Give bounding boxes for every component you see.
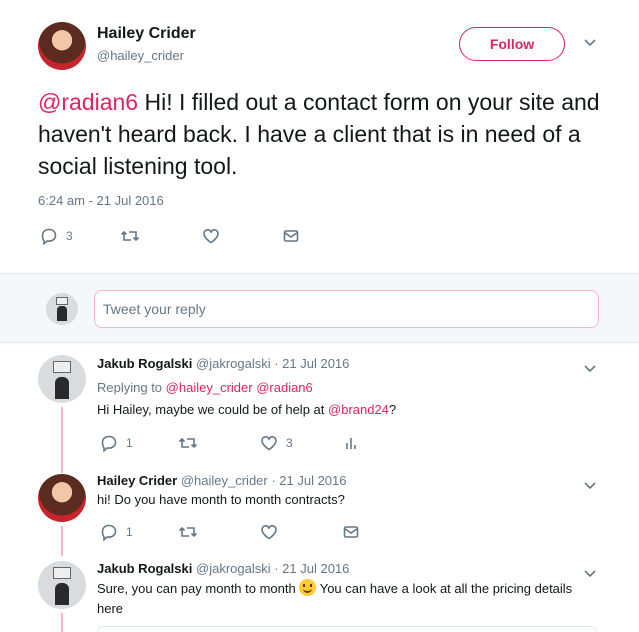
- message-action[interactable]: [342, 523, 360, 541]
- like-count: 3: [286, 436, 293, 450]
- reply-actions: 1 3: [100, 434, 360, 452]
- reply-input[interactable]: [94, 290, 599, 328]
- reply-composer: [0, 273, 639, 343]
- reply-text: hi! Do you have month to month contracts…: [97, 492, 345, 507]
- reply-body: Sure, you can pay month to month: [97, 581, 300, 596]
- replying-to: Replying to @hailey_crider @radian6: [97, 380, 313, 395]
- reply-tweet-3: Jakub Rogalski @jakrogalski · 21 Jul 201…: [0, 547, 639, 632]
- chevron-down-icon[interactable]: [584, 567, 596, 581]
- reply-text: Sure, you can pay month to month You can…: [97, 579, 577, 619]
- retweet-icon: [178, 434, 198, 452]
- reply-action[interactable]: 1: [100, 523, 178, 541]
- reply-text: Hi Hailey, maybe we could be of help at …: [97, 400, 597, 420]
- author-name[interactable]: Hailey Crider: [97, 25, 196, 43]
- mention-link[interactable]: @hailey_crider: [166, 380, 253, 395]
- reply-icon: [100, 434, 118, 452]
- reply-tweet-2: Hailey Crider @hailey_crider · 21 Jul 20…: [0, 465, 639, 556]
- message-icon: [282, 227, 300, 245]
- reply-actions: 1: [100, 523, 360, 541]
- like-action[interactable]: [202, 227, 282, 245]
- analytics-icon: [342, 434, 360, 452]
- message-icon: [342, 523, 360, 541]
- author-handle[interactable]: @hailey_crider: [97, 48, 184, 63]
- tweet-timestamp[interactable]: 6:24 am - 21 Jul 2016: [38, 193, 164, 208]
- mention-link[interactable]: @radian6: [38, 89, 138, 115]
- mention-link[interactable]: @radian6: [256, 380, 313, 395]
- chevron-down-icon[interactable]: [584, 36, 596, 50]
- retweet-action[interactable]: [178, 523, 260, 541]
- reply-icon: [100, 523, 118, 541]
- reply-action[interactable]: 1: [100, 434, 178, 452]
- thread-line: [61, 407, 63, 473]
- user-avatar[interactable]: [46, 293, 78, 325]
- smile-emoji-icon: [299, 579, 317, 596]
- main-tweet: Hailey Crider @hailey_crider Follow @rad…: [0, 0, 639, 273]
- retweet-action[interactable]: [120, 227, 202, 245]
- like-icon: [260, 523, 278, 541]
- like-action[interactable]: 3: [260, 434, 342, 452]
- like-icon: [202, 227, 220, 245]
- link-card[interactable]: [97, 626, 597, 632]
- message-action[interactable]: [282, 227, 300, 245]
- reply-header: Jakub Rogalski @jakrogalski · 21 Jul 201…: [97, 356, 349, 371]
- replying-label: Replying to: [97, 380, 163, 395]
- retweet-icon: [120, 227, 140, 245]
- reply-header: Hailey Crider @hailey_crider · 21 Jul 20…: [97, 473, 347, 488]
- chevron-down-icon[interactable]: [584, 362, 596, 376]
- reply-avatar[interactable]: [38, 561, 86, 609]
- follow-button[interactable]: Follow: [459, 27, 565, 61]
- retweet-icon: [178, 523, 198, 541]
- reply-count: 3: [66, 229, 73, 243]
- reply-author-name[interactable]: Hailey Crider: [97, 473, 177, 488]
- mention-link[interactable]: @brand24: [328, 402, 389, 417]
- reply-body-end: ?: [388, 402, 397, 417]
- reply-tweet-1: Jakub Rogalski @jakrogalski · 21 Jul 201…: [0, 343, 639, 473]
- reply-avatar[interactable]: [38, 474, 86, 522]
- reply-handle-date[interactable]: @hailey_crider · 21 Jul 2016: [181, 473, 347, 488]
- reply-count: 1: [126, 525, 133, 539]
- analytics-action[interactable]: [342, 434, 360, 452]
- reply-icon: [40, 227, 58, 245]
- tweet-text: @radian6 Hi! I filled out a contact form…: [38, 86, 608, 182]
- retweet-action[interactable]: [178, 434, 260, 452]
- reply-avatar[interactable]: [38, 355, 86, 403]
- tweet-actions: 3: [40, 227, 300, 245]
- like-icon: [260, 434, 278, 452]
- reply-body: Hi Hailey, maybe we could be of help at: [97, 402, 328, 417]
- reply-count: 1: [126, 436, 133, 450]
- thread-line: [61, 613, 63, 632]
- reply-action[interactable]: 3: [40, 227, 120, 245]
- author-avatar[interactable]: [38, 22, 86, 70]
- reply-handle-date[interactable]: @jakrogalski · 21 Jul 2016: [196, 561, 349, 576]
- reply-header: Jakub Rogalski @jakrogalski · 21 Jul 201…: [97, 561, 349, 576]
- reply-handle-date[interactable]: @jakrogalski · 21 Jul 2016: [196, 356, 349, 371]
- like-action[interactable]: [260, 523, 342, 541]
- reply-author-name[interactable]: Jakub Rogalski: [97, 356, 192, 371]
- reply-author-name[interactable]: Jakub Rogalski: [97, 561, 192, 576]
